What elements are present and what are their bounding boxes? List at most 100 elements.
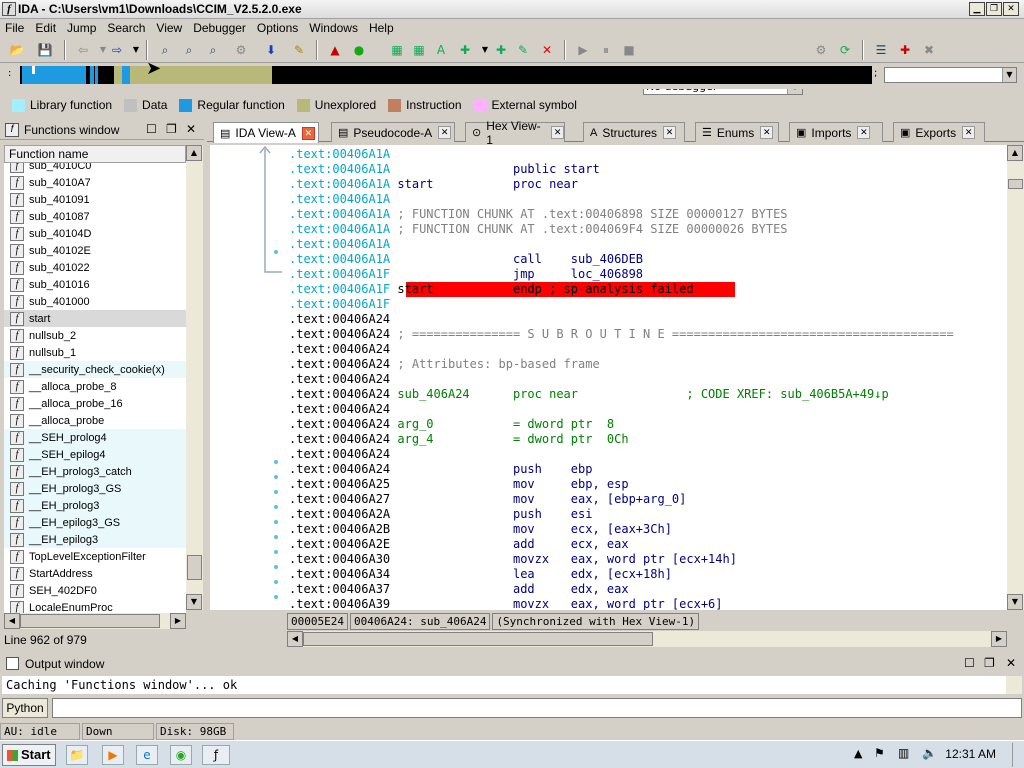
disabled-tool-icon[interactable]: ✖ [920,41,938,59]
disasm-line[interactable]: .text:00406A1A public start [289,162,600,177]
back-icon[interactable]: ⇦ [74,41,92,59]
disasm-line[interactable]: .text:00406A24 arg_0 = dword ptr 8 [289,417,614,432]
close-icon[interactable]: ✕ [438,126,452,139]
function-list-item[interactable]: f __alloca_probe [4,412,186,429]
ida-taskbar-icon[interactable]: ƒ [202,745,230,765]
close-icon[interactable]: ✕ [1003,2,1019,16]
disasm-line[interactable]: .text:00406A39 movzx eax, word ptr [ecx+… [289,597,723,610]
scroll-thumb[interactable] [187,555,202,580]
rename-icon[interactable]: ✎ [514,41,532,59]
disasm-line[interactable]: .text:00406A30 movzx eax, word ptr [ecx+… [289,552,737,567]
function-list-item[interactable]: f start [4,310,186,327]
disasm-line[interactable]: .text:00406A2A push esi [289,507,592,522]
pause-icon[interactable]: ⏸ [597,41,615,59]
menu-debugger[interactable]: Debugger [188,19,252,37]
menu-options[interactable]: Options [252,19,304,37]
forward-dropdown-icon[interactable]: ▼ [127,41,145,59]
tab-exports[interactable]: ▣ Exports ✕ [893,122,985,142]
disasm-line[interactable]: .text:00406A2B mov ecx, [eax+3Ch] [289,522,672,537]
tab-pseudocode-a[interactable]: ▤ Pseudocode-A ✕ [331,122,455,142]
function-list-item[interactable]: f sub_401087 [4,208,186,225]
disasm-line[interactable]: .text:00406A27 mov eax, [ebp+arg_0] [289,492,686,507]
disasm-line[interactable]: .text:00406A24 [289,312,397,327]
disasm-line[interactable]: .text:00406A24 [289,372,397,387]
disasm-line[interactable]: .text:00406A1A [289,147,397,162]
function-list-item[interactable]: f LocaleEnumProc [4,599,186,613]
menu-search[interactable]: Search [102,19,151,37]
start-debug-icon[interactable]: ▶ [574,41,592,59]
close-icon[interactable]: ✕ [663,126,677,139]
functions-horizontal-scrollbar[interactable]: ◀ ▶ [4,613,186,629]
scroll-thumb[interactable] [303,632,653,646]
function-list-item[interactable]: f __EH_prolog3_catch [4,463,186,480]
function-list-item[interactable]: f __security_check_cookie(x) [4,361,186,378]
function-list-item[interactable]: f sub_40102E [4,242,186,259]
show-hidden-icons-icon[interactable]: ▲ [854,747,862,760]
start-button[interactable]: Start [2,744,56,766]
close-icon[interactable]: ✕ [1006,656,1016,670]
function-list-item[interactable]: f sub_401091 [4,191,186,208]
restore-icon[interactable]: ❐ [984,656,995,670]
ida-horizontal-scrollbar[interactable]: ◀ ▶ [287,631,1007,647]
nav-left-arrow-icon[interactable]: : [8,68,11,79]
list-icon[interactable]: ☰ [872,41,890,59]
close-icon[interactable]: ✕ [301,126,315,140]
disasm-line[interactable]: .text:00406A24 push ebp [289,462,592,477]
disasm-line[interactable]: .text:00406A1F jmp loc_406898 [289,267,643,282]
functions-vertical-scrollbar[interactable]: ▲ ▼ [186,145,203,610]
restore-icon[interactable]: ❐ [166,122,177,136]
disasm-line[interactable]: .text:00406A2E add ecx, eax [289,537,629,552]
disasm-line[interactable]: .text:00406A1F [289,297,397,312]
network-icon[interactable]: ▥ [898,746,909,760]
open-icon[interactable]: 📂 [8,41,26,59]
close-icon[interactable]: ✕ [962,126,976,139]
patch-icon[interactable]: ✎ [290,41,308,59]
code-icon[interactable]: ▦ [388,41,406,59]
media-player-icon[interactable]: ▶ [102,745,124,765]
scroll-down-icon[interactable]: ▼ [1007,594,1023,610]
disasm-line[interactable]: .text:00406A1A ; FUNCTION CHUNK AT .text… [289,207,788,222]
scroll-thumb[interactable] [1008,179,1023,189]
graph-icon[interactable]: ⚙ [232,41,250,59]
scroll-up-icon[interactable]: ▲ [186,145,202,161]
disasm-line[interactable]: .text:00406A1A start proc near [289,177,578,192]
breakpoints-list-icon[interactable]: ✚ [896,41,914,59]
tab-structures[interactable]: A Structures ✕ [583,122,685,142]
disasm-line[interactable]: .text:00406A24 [289,447,397,462]
tab-imports[interactable]: ▣ Imports ✕ [789,122,883,142]
ida-view-disassembly[interactable]: .text:00406A1A .text:00406A1A public sta… [287,145,1007,610]
function-list-item[interactable]: f sub_401022 [4,259,186,276]
disasm-line[interactable]: .text:00406A1A call sub_406DEB [289,252,643,267]
volume-icon[interactable]: 🔈 [922,746,937,760]
function-list-item[interactable]: f sub_40104D [4,225,186,242]
text-search-icon[interactable]: ⌕ [180,41,198,59]
data-icon[interactable]: ▦ [410,41,428,59]
function-list-item[interactable]: f sub_401000 [4,293,186,310]
attach-icon[interactable]: ⚙ [812,41,830,59]
function-list-item[interactable]: f __EH_prolog3 [4,497,186,514]
function-list-item[interactable]: f __alloca_probe_16 [4,395,186,412]
chrome-icon[interactable]: ◉ [170,745,192,765]
menu-help[interactable]: Help [364,19,400,37]
breakpoint-icon[interactable]: ▲ [326,41,344,59]
debug-options-icon[interactable]: ⟳ [836,41,854,59]
close-icon[interactable]: ✕ [186,122,196,136]
function-name-column-header[interactable]: Function name [4,145,186,163]
ascii-icon[interactable]: A [432,41,450,59]
minimize-icon[interactable]: ▁ [969,2,985,16]
struct-icon[interactable]: ✚ [456,41,474,59]
function-list-item[interactable]: f __alloca_probe_8 [4,378,186,395]
scroll-thumb[interactable] [20,614,160,628]
undefine-icon[interactable]: ✕ [538,41,556,59]
minimize-icon[interactable]: ☐ [964,656,975,670]
disasm-line[interactable]: .text:00406A24 ; Attributes: bp-based fr… [289,357,600,372]
function-list-item[interactable]: f __EH_prolog3_GS [4,480,186,497]
disasm-line[interactable]: .text:00406A24 ; =============== S U B R… [289,327,954,342]
function-list-item[interactable]: f sub_4010A7 [4,174,186,191]
disasm-line[interactable]: .text:00406A25 mov ebp, esp [289,477,629,492]
function-list-item[interactable]: f TopLevelExceptionFilter [4,548,186,565]
segment-select[interactable]: ▼ [884,67,1017,83]
disasm-line[interactable]: .text:00406A24 [289,342,397,357]
run-icon[interactable]: ● [350,41,368,59]
close-icon[interactable]: ✕ [760,126,774,139]
